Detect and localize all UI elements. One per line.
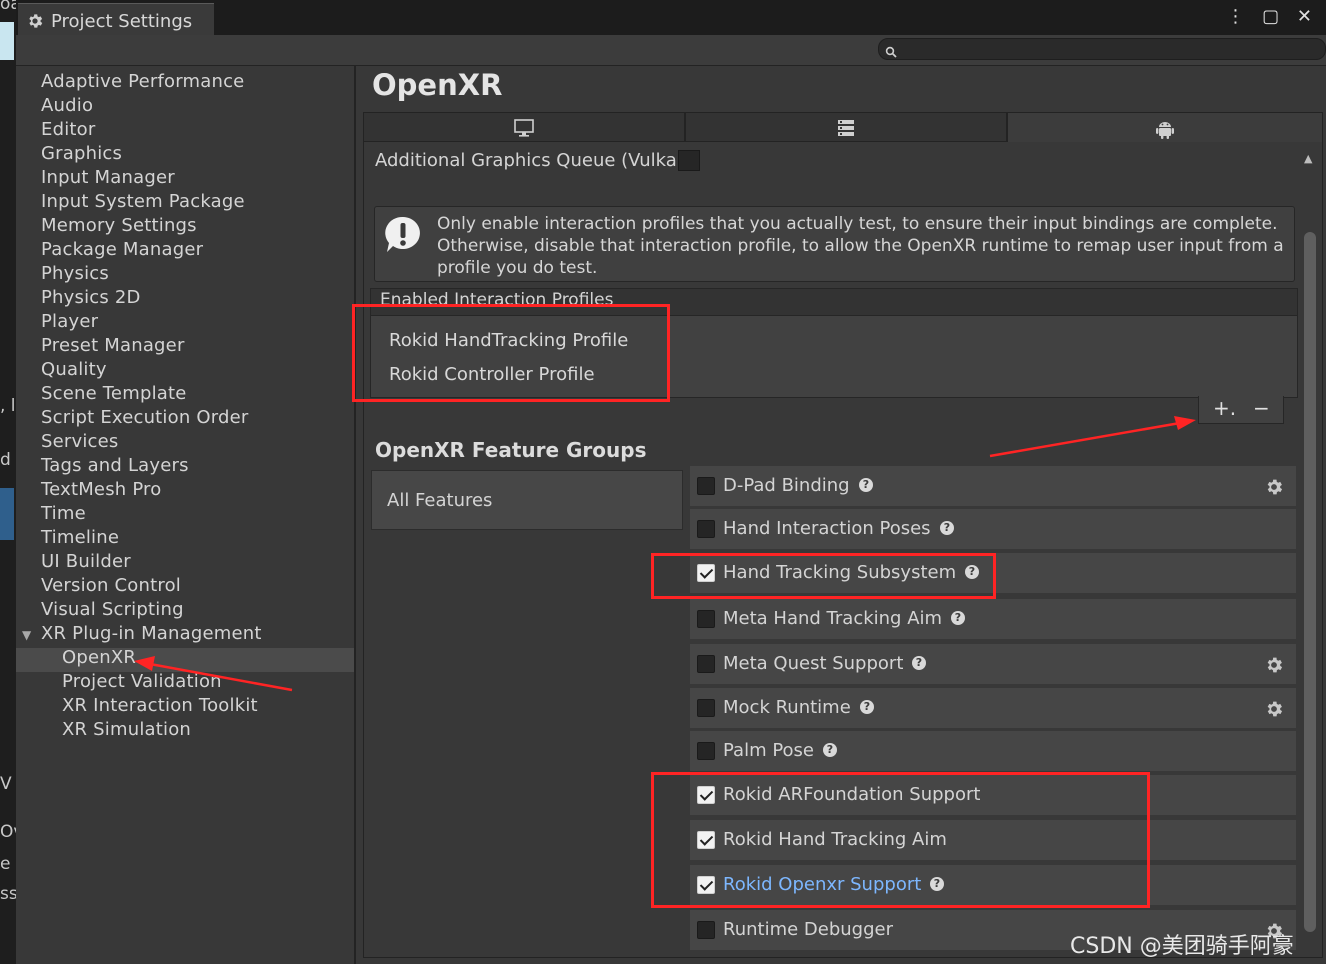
annotation-arrows	[134, 416, 1196, 692]
watermark: CSDN @美团骑手阿豪	[1070, 934, 1294, 959]
